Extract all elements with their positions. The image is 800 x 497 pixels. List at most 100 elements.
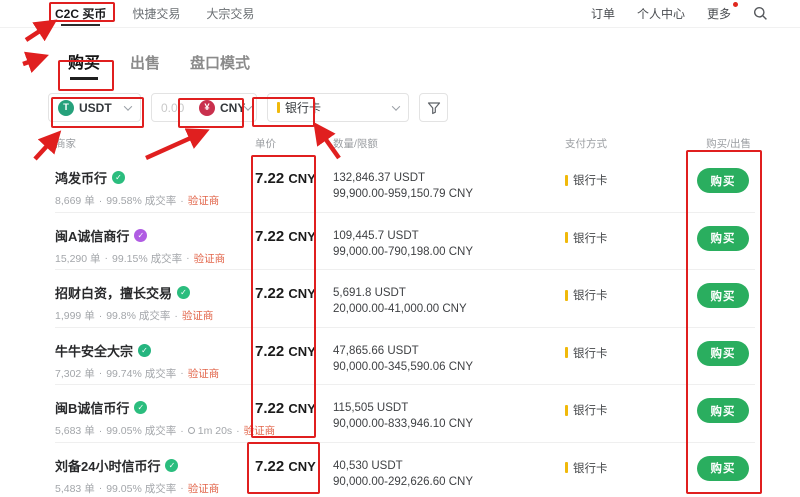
- payment-method-icon: [565, 347, 568, 358]
- dot-separator: ·: [105, 252, 109, 264]
- price-currency: CNY: [288, 344, 315, 359]
- amount-input[interactable]: [161, 101, 195, 115]
- tab-orderbook-mode[interactable]: 盘口模式: [190, 52, 250, 80]
- header-buy-sell: 购买/出售: [690, 136, 755, 151]
- action-cell: 购买: [690, 398, 755, 423]
- merchant-cell: 刘备24小时信币行 ✓ 5,483 单 · 99.05% 成交率 · 验证商: [55, 456, 255, 496]
- order-count: 5,483 单: [55, 481, 95, 496]
- top-nav: C2C 买币 快捷交易 大宗交易 订单 个人中心 更多: [0, 0, 800, 28]
- buy-button[interactable]: 购买: [697, 283, 749, 308]
- quantity-cell: 109,445.7 USDT 99,000.00-790,198.00 CNY: [333, 226, 565, 260]
- available-amount: 109,445.7 USDT: [333, 228, 565, 244]
- buy-button[interactable]: 购买: [697, 226, 749, 251]
- notification-dot: [733, 2, 738, 7]
- table-row: 闽B诚信币行 ✓ 5,683 单 · 99.05% 成交率 · 1m 20s ·…: [55, 385, 755, 443]
- buy-button[interactable]: 购买: [697, 456, 749, 481]
- nav-item-quick-trade[interactable]: 快捷交易: [132, 0, 180, 27]
- merchant-name[interactable]: 牛牛安全大宗: [55, 341, 133, 360]
- order-count: 15,290 单: [55, 251, 101, 266]
- nav-item-profile[interactable]: 个人中心: [637, 5, 685, 22]
- price-cell: 7.22 CNY: [255, 456, 333, 475]
- quantity-cell: 132,846.37 USDT 99,900.00-959,150.79 CNY: [333, 168, 565, 202]
- filter-button[interactable]: [419, 93, 448, 122]
- completion-rate: 99.8% 成交率: [106, 308, 170, 323]
- order-count: 7,302 单: [55, 366, 95, 381]
- merchant-name[interactable]: 闽A诚信商行: [55, 226, 129, 245]
- verified-merchant-tag[interactable]: 验证商: [194, 251, 226, 266]
- merchant-stats: 8,669 单 · 99.58% 成交率 · 验证商: [55, 193, 255, 208]
- release-time-value: 1m 20s: [198, 425, 232, 437]
- price-currency: CNY: [288, 286, 315, 301]
- dot-separator: ·: [180, 367, 184, 379]
- merchant-cell: 牛牛安全大宗 ✓ 7,302 单 · 99.74% 成交率 · 验证商: [55, 341, 255, 381]
- chevron-down-icon: [124, 102, 132, 110]
- price-cell: 7.22 CNY: [255, 398, 333, 417]
- price-value: 7.22: [255, 400, 284, 417]
- dot-separator: ·: [180, 195, 184, 207]
- nav-item-more[interactable]: 更多: [707, 5, 731, 22]
- chevron-down-icon: [392, 102, 400, 110]
- merchant-name[interactable]: 鸿发币行: [55, 168, 107, 187]
- payment-cell: 银行卡: [565, 168, 690, 188]
- buy-button[interactable]: 购买: [697, 168, 749, 193]
- price-currency: CNY: [288, 171, 315, 186]
- top-nav-left: C2C 买币 快捷交易 大宗交易: [55, 0, 254, 27]
- merchant-stats: 7,302 单 · 99.74% 成交率 · 验证商: [55, 366, 255, 381]
- price-currency: CNY: [288, 459, 315, 474]
- amount-fiat-control[interactable]: ¥ CNY: [151, 93, 257, 122]
- verified-merchant-tag[interactable]: 验证商: [182, 308, 214, 323]
- merchant-name[interactable]: 闽B诚信币行: [55, 398, 129, 417]
- order-limit: 99,900.00-959,150.79 CNY: [333, 186, 565, 202]
- order-count: 5,683 单: [55, 423, 95, 438]
- order-limit: 99,000.00-790,198.00 CNY: [333, 244, 565, 260]
- merchant-name[interactable]: 刘备24小时信币行: [55, 456, 160, 475]
- dot-separator: ·: [180, 425, 184, 437]
- completion-rate: 99.15% 成交率: [112, 251, 182, 266]
- payment-cell: 银行卡: [565, 341, 690, 361]
- usdt-icon: T: [58, 100, 74, 116]
- table-header-row: 商家 单价 数量/限额 支付方式 购买/出售: [55, 136, 755, 155]
- c2c-trading-page: C2C 买币 快捷交易 大宗交易 订单 个人中心 更多 购买 出售 盘口模式 T…: [0, 0, 800, 497]
- merchant-stats: 15,290 单 · 99.15% 成交率 · 验证商: [55, 251, 255, 266]
- completion-rate: 99.05% 成交率: [106, 423, 176, 438]
- cny-icon: ¥: [199, 100, 215, 116]
- tab-sell[interactable]: 出售: [130, 52, 160, 80]
- verified-badge-icon: ✓: [112, 171, 125, 184]
- completion-rate: 99.58% 成交率: [106, 193, 176, 208]
- table-row: 牛牛安全大宗 ✓ 7,302 单 · 99.74% 成交率 · 验证商 7.22…: [55, 328, 755, 386]
- available-amount: 115,505 USDT: [333, 400, 565, 416]
- tab-buy[interactable]: 购买: [68, 49, 100, 80]
- dot-separator: ·: [186, 252, 190, 264]
- search-icon[interactable]: [753, 6, 768, 21]
- arrow-to-usdt-filter: [35, 135, 57, 159]
- buy-button[interactable]: 购买: [697, 398, 749, 423]
- table-row: 刘备24小时信币行 ✓ 5,483 单 · 99.05% 成交率 · 验证商 7…: [55, 443, 755, 497]
- payment-method-label: 银行卡: [573, 230, 608, 246]
- arrow-to-buy-tab: [23, 57, 43, 64]
- dot-separator: ·: [99, 425, 103, 437]
- merchant-name[interactable]: 招财白资，擅长交易: [55, 283, 172, 302]
- price-currency: CNY: [288, 229, 315, 244]
- price-value: 7.22: [255, 228, 284, 245]
- action-cell: 购买: [690, 168, 755, 193]
- payment-method-icon: [565, 232, 568, 243]
- verified-merchant-tag[interactable]: 验证商: [188, 481, 220, 496]
- price-cell: 7.22 CNY: [255, 226, 333, 245]
- payment-select-value: 银行卡: [285, 99, 321, 116]
- nav-item-block-trade[interactable]: 大宗交易: [206, 0, 254, 27]
- top-nav-right: 订单 个人中心 更多: [591, 5, 768, 22]
- verified-merchant-tag[interactable]: 验证商: [244, 423, 276, 438]
- nav-item-c2c-buy[interactable]: C2C 买币: [55, 0, 106, 27]
- crypto-select[interactable]: T USDT: [48, 93, 141, 122]
- nav-item-orders[interactable]: 订单: [591, 5, 615, 22]
- quantity-cell: 5,691.8 USDT 20,000.00-41,000.00 CNY: [333, 283, 565, 317]
- clock-icon: [188, 427, 195, 434]
- buy-button[interactable]: 购买: [697, 341, 749, 366]
- nav-item-more-label: 更多: [707, 7, 731, 21]
- completion-rate: 99.74% 成交率: [106, 366, 176, 381]
- available-amount: 47,865.66 USDT: [333, 343, 565, 359]
- payment-select[interactable]: 银行卡: [267, 93, 409, 122]
- action-cell: 购买: [690, 226, 755, 251]
- verified-merchant-tag[interactable]: 验证商: [188, 366, 220, 381]
- verified-merchant-tag[interactable]: 验证商: [188, 193, 220, 208]
